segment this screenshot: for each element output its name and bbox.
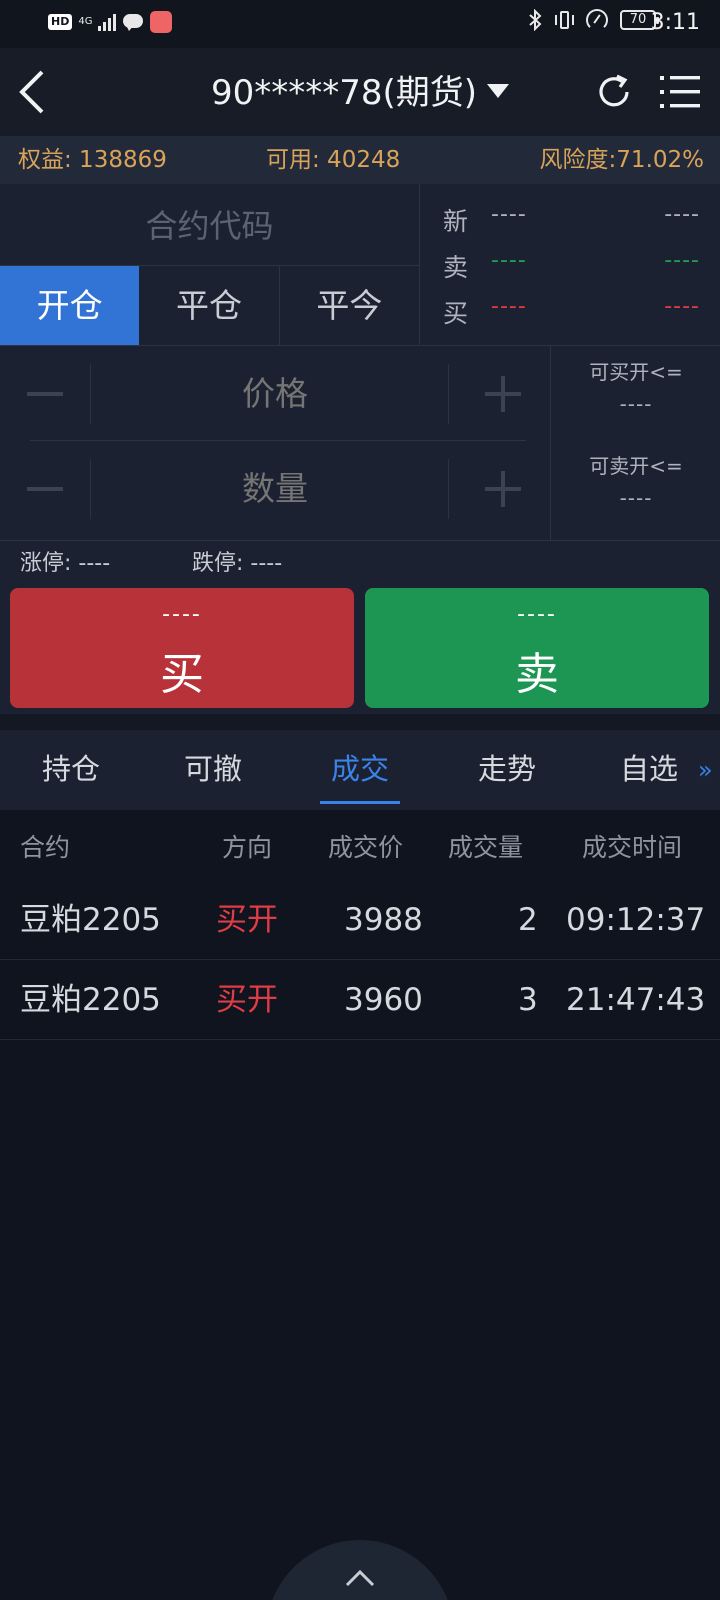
tab-close[interactable]: 平仓 xyxy=(139,266,278,345)
price-increase-button[interactable] xyxy=(483,346,523,442)
order-panel: 合约代码 开仓 平仓 平今 新 ---- ---- 卖 ---- ---- 买 … xyxy=(0,184,720,540)
tab-close-today[interactable]: 平今 xyxy=(278,266,419,345)
account-summary: 权益: 138869 可用: 40248 风险度:71.02% xyxy=(0,136,720,184)
equity: 权益: 138869 xyxy=(18,147,167,173)
signal-icon xyxy=(98,13,117,31)
max-open-info: 可买开<= ---- 可卖开<= ---- xyxy=(550,346,720,540)
vibrate-icon xyxy=(554,9,574,31)
quantity-increase-button[interactable] xyxy=(483,441,523,537)
quote-row-last: 新 ---- ---- xyxy=(421,202,720,242)
available-funds: 可用: 40248 xyxy=(266,147,401,173)
trade-volume: 3 xyxy=(518,982,538,1018)
trade-time: 21:47:43 xyxy=(566,982,706,1018)
quote-volume: ---- xyxy=(664,294,700,319)
quote-value: ---- xyxy=(491,294,527,319)
nav-bar: 90*****78(期货) xyxy=(0,48,720,136)
max-sell-label: 可卖开<= xyxy=(589,454,683,478)
chat-icon xyxy=(122,13,144,31)
clock: 3:11 xyxy=(650,10,700,35)
trade-price: 3988 xyxy=(344,902,423,938)
trade-volume: 2 xyxy=(518,902,538,938)
max-sell-value: ---- xyxy=(619,486,653,510)
network-type: 4G xyxy=(78,16,93,27)
col-direction: 方向 xyxy=(222,833,273,862)
quantity-input[interactable] xyxy=(95,441,455,537)
quote-value: ---- xyxy=(491,202,527,227)
sell-button[interactable]: ---- 卖 xyxy=(365,588,709,708)
table-header: 合约 方向 成交价 成交量 成交时间 xyxy=(0,816,720,880)
quote-label: 新 xyxy=(443,207,469,236)
trade-buttons: ---- 买 ---- 卖 xyxy=(0,586,720,714)
sell-label: 卖 xyxy=(515,649,559,700)
buy-label: 买 xyxy=(160,649,204,700)
notification-app-icon xyxy=(150,11,173,33)
sell-price: ---- xyxy=(517,602,557,627)
trade-contract: 豆粕2205 xyxy=(20,982,161,1018)
quote-label: 买 xyxy=(443,299,469,328)
active-tab-indicator xyxy=(320,801,400,804)
buy-price: ---- xyxy=(162,602,202,627)
buy-button[interactable]: ---- 买 xyxy=(10,588,354,708)
tab-cancelable[interactable]: 可撤 xyxy=(142,730,284,810)
limit-up: 涨停: ---- xyxy=(20,551,111,576)
quantity-row xyxy=(0,441,550,537)
tab-positions[interactable]: 持仓 xyxy=(0,730,142,810)
trade-direction: 买开 xyxy=(216,982,278,1018)
quote-box: 新 ---- ---- 卖 ---- ---- 买 ---- ---- xyxy=(421,184,720,346)
quote-change: ---- xyxy=(664,202,700,227)
bluetooth-icon xyxy=(529,9,542,31)
quote-label: 卖 xyxy=(443,253,469,282)
quote-row-bid: 买 ---- ---- xyxy=(421,294,720,334)
quote-volume: ---- xyxy=(664,248,700,273)
info-tabs: 持仓 可撤 成交 走势 自选 » xyxy=(0,730,720,810)
price-input[interactable] xyxy=(95,346,455,442)
account-title: 90*****78(期货) xyxy=(210,73,478,113)
risk-ratio: 风险度:71.02% xyxy=(539,147,704,173)
refresh-icon[interactable] xyxy=(594,72,634,112)
trade-price: 3960 xyxy=(344,982,423,1018)
contract-code-input[interactable]: 合约代码 xyxy=(0,184,420,266)
table-row[interactable]: 豆粕2205 买开 3960 3 21:47:43 xyxy=(0,960,720,1040)
menu-icon[interactable] xyxy=(658,72,702,112)
col-volume: 成交量 xyxy=(448,833,524,862)
price-decrease-button[interactable] xyxy=(25,346,65,442)
account-selector[interactable]: 90*****78(期货) xyxy=(210,73,510,113)
trade-time: 09:12:37 xyxy=(566,902,706,938)
max-buy-value: ---- xyxy=(619,392,653,416)
more-tabs-icon[interactable]: » xyxy=(698,752,720,788)
limit-down: 跌停: ---- xyxy=(192,551,283,576)
col-time: 成交时间 xyxy=(582,833,683,862)
position-tabs: 开仓 平仓 平今 xyxy=(0,266,420,346)
col-contract: 合约 xyxy=(20,833,71,862)
tab-filled[interactable]: 成交 xyxy=(284,730,436,810)
max-buy-label: 可买开<= xyxy=(589,360,683,384)
pull-up-handle[interactable] xyxy=(266,1540,454,1600)
quantity-decrease-button[interactable] xyxy=(25,441,65,537)
speed-icon xyxy=(586,9,608,31)
trade-contract: 豆粕2205 xyxy=(20,902,161,938)
price-row xyxy=(0,346,550,442)
caret-down-icon xyxy=(487,83,510,98)
col-price: 成交价 xyxy=(328,833,404,862)
trade-direction: 买开 xyxy=(216,902,278,938)
back-icon[interactable] xyxy=(14,66,54,118)
tab-open[interactable]: 开仓 xyxy=(0,266,140,345)
quote-row-ask: 卖 ---- ---- xyxy=(421,248,720,288)
quote-value: ---- xyxy=(491,248,527,273)
tab-chart[interactable]: 走势 xyxy=(436,730,578,810)
limit-prices: 涨停: ---- 跌停: ---- xyxy=(0,540,720,586)
status-bar: HD 4G 70 3:11 xyxy=(0,0,720,48)
hd-badge: HD xyxy=(48,14,73,30)
table-row[interactable]: 豆粕2205 买开 3988 2 09:12:37 xyxy=(0,880,720,960)
chevron-up-icon xyxy=(345,1569,375,1587)
